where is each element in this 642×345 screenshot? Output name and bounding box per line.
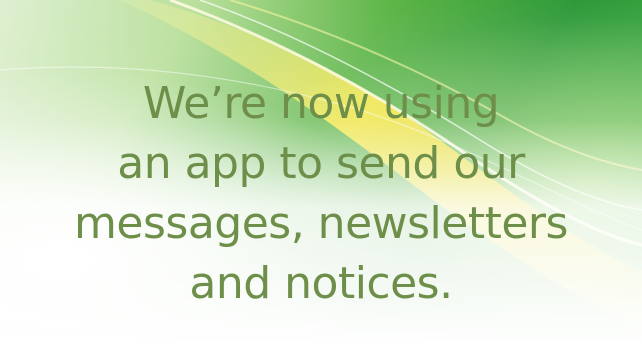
message-line-3: messages, newsletters	[74, 198, 568, 249]
message-line-1: We’re now using	[142, 78, 500, 129]
announcement-banner: We’re now using an app to send our messa…	[0, 0, 642, 345]
message-line-2: an app to send our	[117, 138, 525, 189]
message-line-4: and notices.	[189, 258, 453, 309]
announcement-message: We’re now using an app to send our messa…	[0, 74, 642, 314]
